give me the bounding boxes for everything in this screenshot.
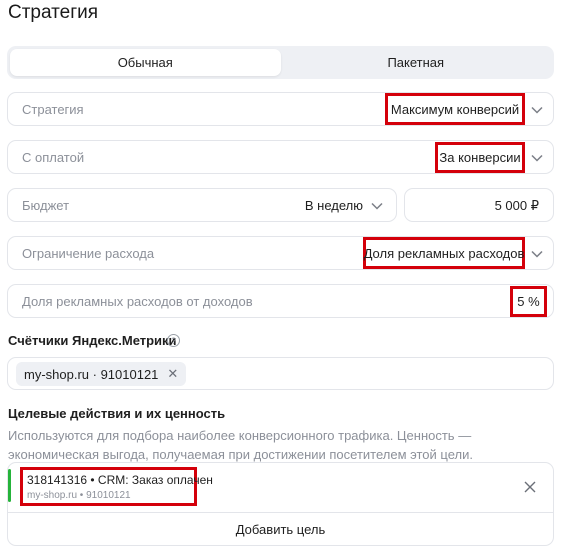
- close-icon[interactable]: ✕: [167, 366, 178, 382]
- spend-limit-value: Доля рекламных расходов: [363, 237, 525, 269]
- budget-period: В неделю: [304, 198, 363, 213]
- budget-label: Бюджет: [22, 198, 70, 213]
- tab-package[interactable]: Пакетная: [281, 49, 552, 76]
- ad-share-label: Доля рекламных расходов от доходов: [22, 294, 253, 309]
- chevron-down-icon: [530, 103, 544, 117]
- payment-label: С оплатой: [22, 150, 85, 165]
- strategy-type-tabs: Обычная Пакетная: [7, 46, 554, 79]
- strategy-value: Максимум конверсий: [385, 93, 525, 125]
- spend-limit-label: Ограничение расхода: [22, 246, 155, 261]
- payment-value: За конверсии: [435, 142, 525, 173]
- chevron-down-icon: [530, 151, 544, 165]
- goals-list: 318141316 • CRM: Заказ оплачен my-shop.r…: [7, 462, 554, 546]
- budget-amount-field[interactable]: 5 000 ₽: [404, 188, 554, 222]
- payment-select[interactable]: С оплатой За конверсии: [7, 140, 554, 174]
- metrika-title: Счётчики Яндекс.Метрики: [8, 333, 177, 348]
- page-title: Стратегия: [8, 2, 99, 23]
- goal-item: 318141316 • CRM: Заказ оплачен my-shop.r…: [20, 467, 213, 506]
- goals-description: Используются для подбора наиболее конвер…: [8, 428, 473, 462]
- strategy-select[interactable]: Стратегия Максимум конверсий: [7, 92, 554, 126]
- tab-regular[interactable]: Обычная: [10, 49, 281, 76]
- spend-limit-select[interactable]: Ограничение расхода Доля рекламных расхо…: [7, 236, 554, 270]
- close-icon[interactable]: [523, 480, 537, 494]
- help-icon[interactable]: ?: [167, 334, 180, 347]
- ad-share-field[interactable]: Доля рекламных расходов от доходов 5 %: [7, 284, 554, 318]
- metrika-counter-field[interactable]: my-shop.ru · 91010121 ✕: [7, 357, 554, 390]
- ad-share-value: 5 %: [510, 286, 547, 317]
- budget-amount: 5 000 ₽: [494, 198, 539, 213]
- goal-title: 318141316 • CRM: Заказ оплачен: [27, 473, 213, 487]
- counter-chip: my-shop.ru · 91010121 ✕: [16, 362, 187, 386]
- goal-subtitle: my-shop.ru • 91010121: [27, 490, 131, 501]
- chevron-down-icon: [530, 247, 544, 261]
- goals-title: Целевые действия и их ценность: [8, 406, 226, 421]
- counter-chip-label: my-shop.ru · 91010121: [24, 366, 159, 382]
- goal-accent-bar: [8, 469, 11, 502]
- strategy-label: Стратегия: [22, 102, 84, 117]
- chevron-down-icon: [370, 199, 384, 213]
- add-goal-button[interactable]: Добавить цель: [8, 513, 553, 545]
- budget-period-select[interactable]: Бюджет В неделю: [7, 188, 397, 222]
